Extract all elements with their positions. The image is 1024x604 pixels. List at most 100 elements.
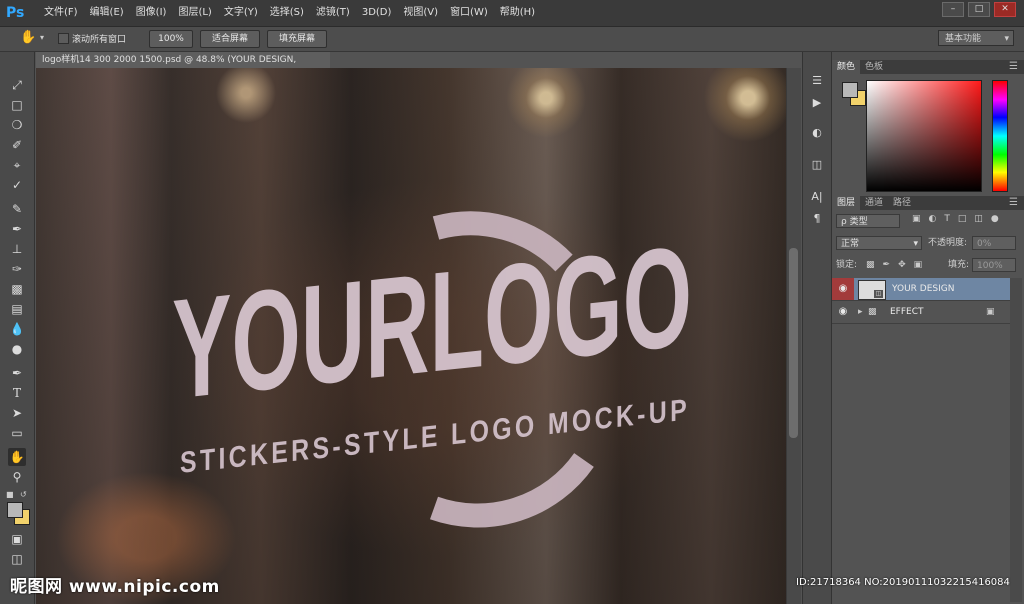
close-icon[interactable]: ✕ — [994, 2, 1016, 17]
character-panel-icon[interactable]: A| — [808, 188, 826, 206]
crop-tool-icon[interactable]: ⌖ — [8, 156, 26, 174]
pixel-filter-icon[interactable]: ▣ — [912, 214, 921, 224]
properties-panel-icon[interactable]: ◫ — [808, 156, 826, 174]
tab-swatches[interactable]: 色板 — [860, 60, 888, 74]
scrollbar-thumb[interactable] — [789, 248, 798, 438]
scroll-all-windows-checkbox[interactable] — [58, 33, 69, 44]
rectangle-tool-icon[interactable]: ▭ — [8, 424, 26, 442]
eyedropper-tool-icon[interactable]: ✓ — [8, 176, 26, 194]
tool-preset-dropdown-icon[interactable]: ▾ — [40, 33, 44, 42]
screen-mode-icon[interactable]: ◫ — [8, 550, 26, 568]
opacity-field[interactable]: 0% — [972, 236, 1016, 250]
maximize-icon[interactable]: □ — [968, 2, 990, 17]
lock-transparent-icon[interactable]: ▩ — [866, 258, 875, 272]
move-tool-icon[interactable]: ⤢ — [8, 76, 26, 94]
tab-paths[interactable]: 路径 — [888, 196, 916, 210]
dodge-tool-icon[interactable]: ● — [8, 340, 26, 358]
menu-file[interactable]: 文件(F) — [38, 0, 84, 26]
folder-icon: ▩ — [868, 307, 877, 317]
layer-name[interactable]: YOUR DESIGN — [892, 278, 954, 300]
layer-name[interactable]: EFFECT — [890, 301, 924, 323]
chevron-down-icon: ▾ — [1004, 34, 1009, 44]
shape-filter-icon[interactable]: □ — [958, 214, 967, 224]
gradient-tool-icon[interactable]: ▤ — [8, 300, 26, 318]
lock-paint-icon[interactable]: ✒ — [883, 258, 891, 272]
paragraph-panel-icon[interactable]: ¶ — [808, 210, 826, 228]
history-panel-icon[interactable]: ☰ — [808, 72, 826, 90]
blend-mode-select[interactable]: 正常 ▾ — [836, 236, 922, 250]
quick-selection-tool-icon[interactable]: ✐ — [8, 136, 26, 154]
smart-object-icon: ◫ — [874, 290, 883, 298]
menu-select[interactable]: 选择(S) — [264, 0, 310, 26]
menu-view[interactable]: 视图(V) — [397, 0, 444, 26]
foreground-color-swatch[interactable] — [7, 502, 23, 518]
panel-menu-icon[interactable]: ☰ — [1009, 60, 1018, 74]
fill-screen-button[interactable]: 填充屏幕 — [267, 30, 327, 48]
history-brush-tool-icon[interactable]: ✑ — [8, 260, 26, 278]
eraser-tool-icon[interactable]: ▩ — [8, 280, 26, 298]
layers-scrollbar[interactable] — [1010, 278, 1022, 602]
layers-panel-tabs: 图层 通道 路径 ☰ — [832, 196, 1024, 210]
fill-label: 填充: — [948, 260, 970, 270]
adjustments-panel-icon[interactable]: ◐ — [808, 124, 826, 142]
document-tab[interactable]: logo样机14 300 2000 1500.psd @ 48.8% (YOUR… — [36, 52, 330, 81]
hand-tool-icon[interactable]: ✋ — [8, 448, 26, 466]
type-filter-icon[interactable]: T — [944, 214, 950, 224]
expand-arrow-icon[interactable]: ▸ — [858, 301, 863, 323]
zoom-tool-icon[interactable]: ⚲ — [8, 468, 26, 486]
layer-row-your-design[interactable]: ◉ ◫ YOUR DESIGN — [832, 278, 1010, 301]
eye-icon[interactable]: ◉ — [832, 301, 854, 323]
pen-tool-icon[interactable]: ✒ — [8, 364, 26, 382]
adjustment-filter-icon[interactable]: ◐ — [929, 214, 937, 224]
lock-position-icon[interactable]: ✥ — [898, 258, 906, 272]
tab-color[interactable]: 颜色 — [832, 60, 861, 74]
brush-tool-icon[interactable]: ✒ — [8, 220, 26, 238]
vertical-scrollbar[interactable] — [786, 68, 801, 604]
menu-items: 文件(F) 编辑(E) 图像(I) 图层(L) 文字(Y) 选择(S) 滤镜(T… — [38, 0, 541, 26]
workspace-select[interactable]: 基本功能 ▾ — [938, 30, 1014, 46]
eye-icon[interactable]: ◉ — [832, 278, 854, 300]
right-panels: 颜色 色板 ☰ 图层 通道 路径 ☰ ρ 类型 ▣ ◐ T □ ◫ ● 正常 ▾ … — [832, 52, 1024, 604]
menu-window[interactable]: 窗口(W) — [444, 0, 494, 26]
lasso-tool-icon[interactable]: ❍ — [8, 116, 26, 134]
menu-3d[interactable]: 3D(D) — [356, 0, 398, 26]
menu-layer[interactable]: 图层(L) — [172, 0, 217, 26]
healing-brush-tool-icon[interactable]: ✎ — [8, 200, 26, 218]
collapsed-panel-dock: ☰ ▶ ◐ ◫ A| ¶ — [802, 52, 832, 604]
workspace-label: 基本功能 — [945, 34, 982, 44]
clone-stamp-tool-icon[interactable]: ⊥ — [8, 240, 26, 258]
menu-edit[interactable]: 编辑(E) — [84, 0, 130, 26]
menu-help[interactable]: 帮助(H) — [494, 0, 541, 26]
fit-screen-button[interactable]: 适合屏幕 — [200, 30, 260, 48]
lock-all-icon[interactable]: ▣ — [914, 258, 923, 272]
hand-tool-icon[interactable]: ✋ — [20, 30, 36, 45]
path-selection-tool-icon[interactable]: ➤ — [8, 404, 26, 422]
zoom-100-button[interactable]: 100% — [149, 30, 193, 48]
document-canvas[interactable]: YOURLOGO STICKERS-STYLE LOGO MOCK-UP — [36, 68, 786, 604]
blur-tool-icon[interactable]: 💧 — [8, 320, 26, 338]
layer-row-effect[interactable]: ◉ ▸ ▩ EFFECT ▣ — [832, 301, 1010, 324]
fill-field[interactable]: 100% — [972, 258, 1016, 272]
layer-filter-icons: ▣ ◐ T □ ◫ ● — [912, 214, 999, 224]
layer-filter-select[interactable]: ρ 类型 — [836, 214, 900, 228]
menu-type[interactable]: 文字(Y) — [218, 0, 264, 26]
actions-panel-icon[interactable]: ▶ — [808, 94, 826, 112]
hue-slider[interactable] — [992, 80, 1008, 192]
marquee-tool-icon[interactable]: □ — [8, 96, 26, 114]
color-picker-field[interactable] — [866, 80, 982, 192]
foreground-color-swatch[interactable] — [842, 82, 858, 98]
panel-menu-icon[interactable]: ☰ — [1009, 196, 1018, 210]
menu-filter[interactable]: 滤镜(T) — [310, 0, 356, 26]
menu-image[interactable]: 图像(I) — [130, 0, 173, 26]
type-tool-icon[interactable]: T — [8, 384, 26, 402]
default-colors-icon[interactable]: ■ — [6, 490, 14, 499]
quick-mask-icon[interactable]: ▣ — [8, 530, 26, 548]
tab-layers[interactable]: 图层 — [832, 196, 861, 210]
swap-colors-icon[interactable]: ↺ — [20, 490, 27, 499]
layer-filter-label: ρ 类型 — [841, 217, 868, 227]
filter-toggle-icon[interactable]: ● — [991, 214, 999, 224]
minimize-icon[interactable]: – — [942, 2, 964, 17]
scroll-all-windows-label: 滚动所有窗口 — [72, 35, 127, 45]
smart-object-filter-icon[interactable]: ◫ — [974, 214, 983, 224]
tab-channels[interactable]: 通道 — [860, 196, 888, 210]
